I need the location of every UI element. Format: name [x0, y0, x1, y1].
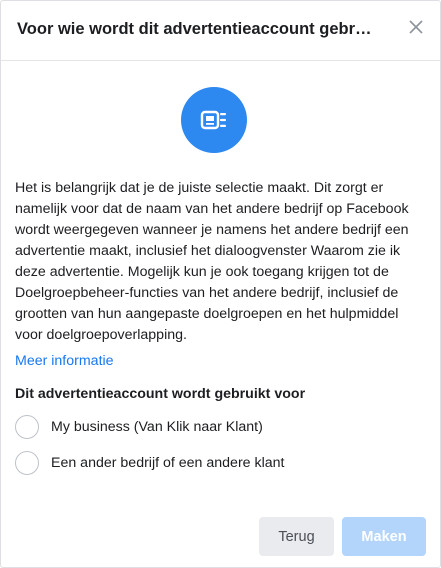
back-button[interactable]: Terug: [259, 517, 334, 556]
create-button[interactable]: Maken: [342, 517, 426, 556]
dialog-header: Voor wie wordt dit advertentieaccount ge…: [1, 1, 440, 61]
option-other-business[interactable]: Een ander bedrijf of een andere klant: [15, 450, 284, 476]
dialog-title: Voor wie wordt dit advertentieaccount ge…: [17, 20, 372, 38]
dialog: Voor wie wordt dit advertentieaccount ge…: [0, 0, 441, 568]
section-label: Dit advertentieaccount wordt gebruikt vo…: [15, 386, 306, 402]
close-icon[interactable]: [406, 17, 426, 37]
radio-button[interactable]: [15, 451, 39, 475]
option-my-business[interactable]: My business (Van Klik naar Klant): [15, 414, 263, 440]
more-info-link[interactable]: Meer informatie: [15, 353, 114, 369]
ad-preview-icon: [181, 87, 247, 153]
option-label: My business (Van Klik naar Klant): [51, 419, 263, 435]
option-label: Een ander bedrijf of een andere klant: [51, 455, 285, 471]
description-text: Het is belangrijk dat je de juiste selec…: [15, 180, 409, 343]
radio-button[interactable]: [15, 415, 39, 439]
